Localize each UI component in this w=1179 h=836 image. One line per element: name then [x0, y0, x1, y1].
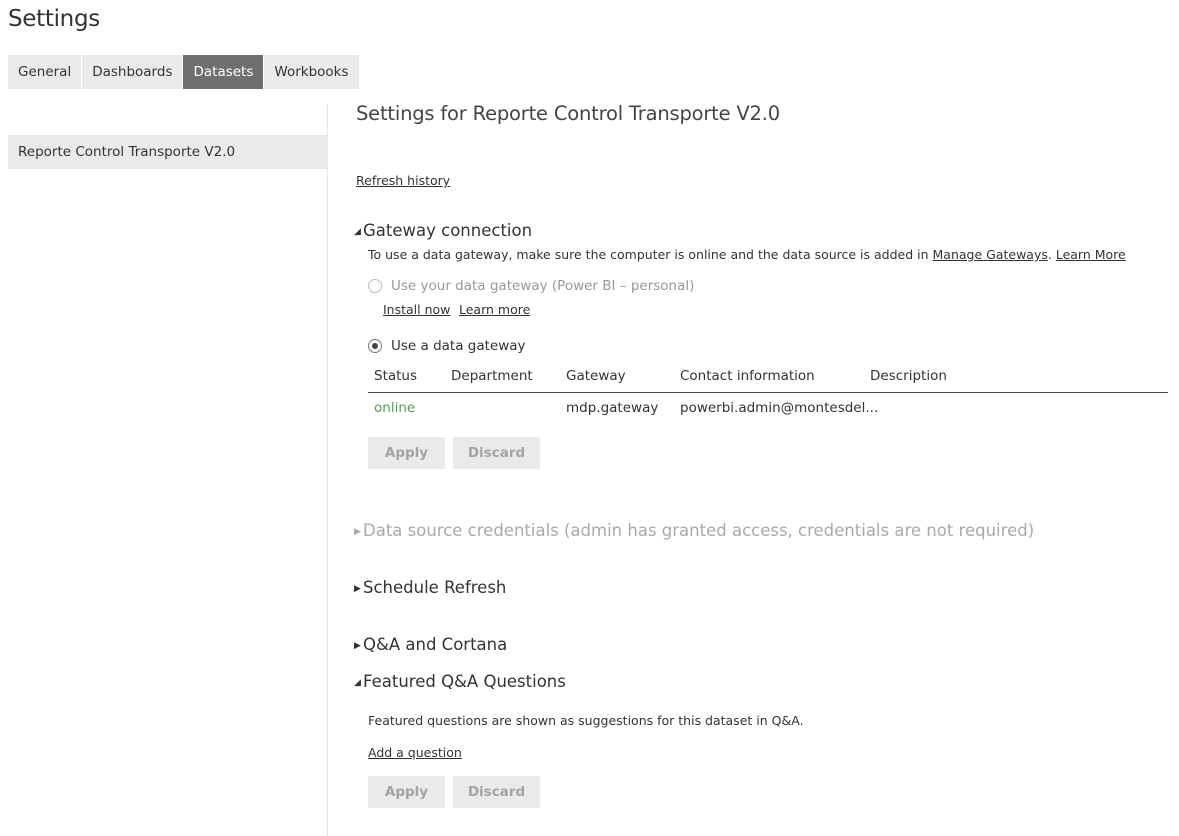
table-header-divider: [368, 392, 1168, 393]
triangle-collapsed-icon: ▶: [354, 527, 361, 537]
triangle-expanded-icon: ◢: [354, 227, 361, 237]
featured-qna-header[interactable]: ◢ Featured Q&A Questions: [352, 672, 566, 691]
sidebar-divider: [327, 104, 328, 836]
qna-cortana-heading: Q&A and Cortana: [363, 635, 508, 654]
manage-gateways-link[interactable]: Manage Gateways: [933, 247, 1048, 262]
gateway-description: To use a data gateway, make sure the com…: [368, 247, 1126, 262]
data-gateway-radio-option[interactable]: Use a data gateway: [368, 338, 526, 354]
dataset-item-reporte-control-transporte[interactable]: Reporte Control Transporte V2.0: [8, 135, 327, 169]
page-title: Settings: [8, 6, 100, 32]
schedule-refresh-header[interactable]: ▶ Schedule Refresh: [352, 578, 506, 597]
triangle-collapsed-icon: ▶: [354, 641, 361, 651]
tab-workbooks[interactable]: Workbooks: [264, 55, 359, 89]
gateway-contact-cell: powerbi.admin@montesdel...: [680, 400, 879, 416]
schedule-refresh-heading: Schedule Refresh: [363, 578, 507, 597]
settings-tabs: General Dashboards Datasets Workbooks: [8, 55, 360, 89]
learn-more-link[interactable]: Learn More: [1056, 247, 1126, 262]
refresh-history-link[interactable]: Refresh history: [356, 173, 450, 188]
personal-gateway-label: Use your data gateway (Power BI – person…: [391, 278, 695, 294]
gateway-name-cell: mdp.gateway: [566, 400, 659, 416]
dataset-settings-title: Settings for Reporte Control Transporte …: [356, 102, 780, 125]
column-header-contact: Contact information: [680, 368, 815, 384]
gateway-status-cell: online: [374, 400, 416, 416]
qna-cortana-header[interactable]: ▶ Q&A and Cortana: [352, 635, 507, 654]
featured-qna-heading: Featured Q&A Questions: [363, 672, 566, 691]
personal-gateway-radio-option[interactable]: Use your data gateway (Power BI – person…: [368, 278, 694, 294]
tab-datasets[interactable]: Datasets: [183, 55, 264, 89]
data-gateway-radio[interactable]: [368, 339, 382, 353]
gateway-connection-header[interactable]: ◢ Gateway connection: [352, 221, 532, 240]
add-question-link[interactable]: Add a question: [368, 745, 462, 760]
install-now-link[interactable]: Install now: [383, 302, 450, 317]
tab-dashboards[interactable]: Dashboards: [82, 55, 183, 89]
column-header-gateway: Gateway: [566, 368, 626, 384]
personal-gateway-radio[interactable]: [368, 279, 382, 293]
gateway-apply-button[interactable]: Apply: [368, 437, 445, 469]
learn-more-personal-link[interactable]: Learn more: [459, 302, 530, 317]
column-header-description: Description: [870, 368, 947, 384]
column-header-department: Department: [451, 368, 533, 384]
triangle-collapsed-icon: ▶: [354, 584, 361, 594]
featured-qna-description: Featured questions are shown as suggesti…: [368, 713, 804, 728]
data-source-credentials-heading: Data source credentials (admin has grant…: [363, 521, 1035, 540]
column-header-status: Status: [374, 368, 418, 384]
gateway-connection-heading: Gateway connection: [363, 221, 533, 240]
data-source-credentials-header[interactable]: ▶ Data source credentials (admin has gran…: [352, 521, 1034, 540]
featured-discard-button[interactable]: Discard: [453, 776, 540, 808]
gateway-description-text: To use a data gateway, make sure the com…: [368, 247, 933, 262]
tab-general[interactable]: General: [8, 55, 82, 89]
gateway-discard-button[interactable]: Discard: [453, 437, 540, 469]
gateway-description-separator: .: [1047, 247, 1056, 262]
triangle-expanded-icon: ◢: [354, 678, 361, 688]
data-gateway-label: Use a data gateway: [391, 338, 526, 354]
featured-apply-button[interactable]: Apply: [368, 776, 445, 808]
